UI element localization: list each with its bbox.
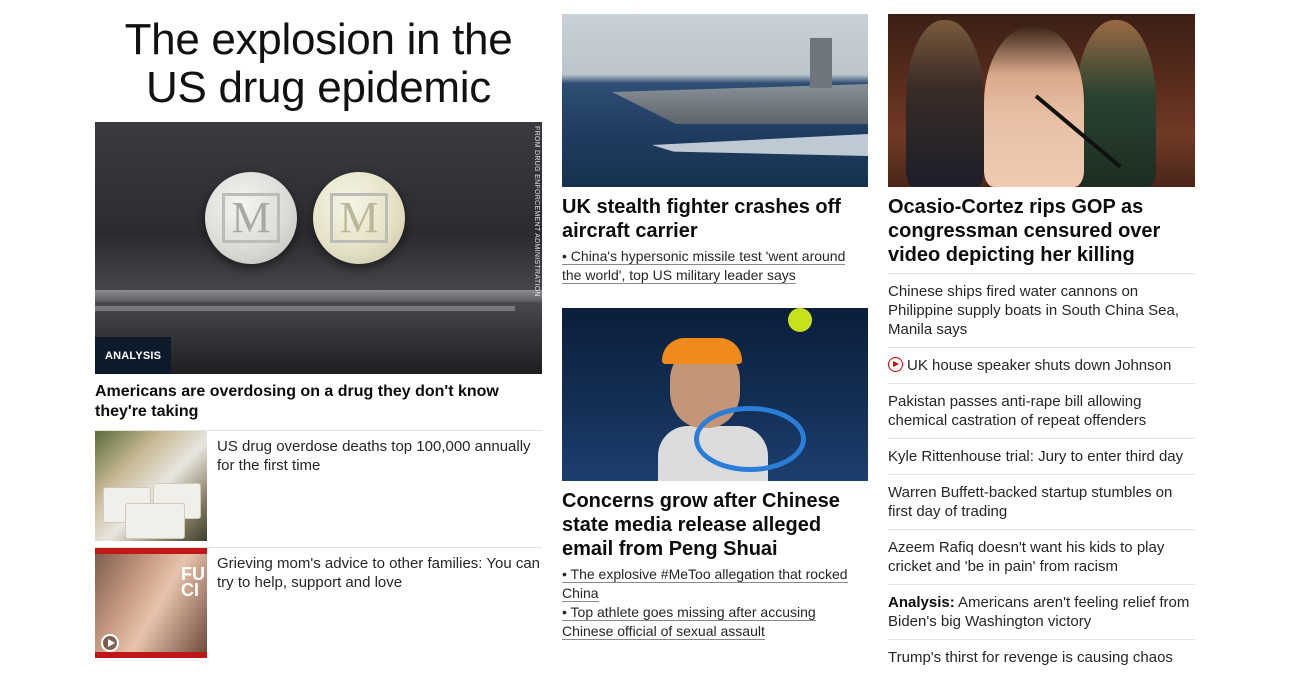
congress-image[interactable] [888,14,1195,187]
ship-wake [652,134,868,156]
hero-image[interactable]: M M FROM DRUG ENFORCEMENT ADMINISTRATION… [95,122,542,374]
aircraft-carrier-image[interactable] [562,14,868,187]
list-item[interactable]: Kyle Rittenhouse trial: Jury to enter th… [888,439,1195,475]
list-item-headline[interactable]: US drug overdose deaths top 100,000 annu… [207,431,542,547]
carrier-hull [612,84,868,124]
story-headline[interactable]: Ocasio-Cortez rips GOP as congressman ce… [888,195,1195,274]
thumbnail-overlay-text: FU CI [181,564,205,600]
list-item[interactable]: UK house speaker shuts down Johnson [888,348,1195,384]
banner-stripe [95,652,207,658]
list-item-text: Kyle Rittenhouse trial: Jury to enter th… [888,448,1184,465]
right-column: Ocasio-Cortez rips GOP as congressman ce… [888,14,1195,675]
list-item-text: Pakistan passes anti-rape bill allowing … [888,393,1147,429]
list-item-text: Azeem Rafiq doesn't want his kids to pla… [888,539,1165,575]
story-headline[interactable]: UK stealth fighter crashes off aircraft … [562,195,868,243]
list-item-text: UK house speaker shuts down Johnson [907,357,1172,374]
person-graphic [906,20,984,187]
related-link-text[interactable]: • China's hypersonic missile test 'went … [562,248,846,284]
list-item[interactable]: Analysis: Americans aren't feeling relie… [888,585,1195,640]
list-item[interactable]: FU CI Grieving mom's advice to other fami… [95,548,542,666]
paperclip-graphic [95,290,542,302]
section-title[interactable]: The explosion in the US drug epidemic [95,14,542,122]
list-item[interactable]: Trump's thirst for revenge is causing ch… [888,640,1195,675]
analysis-label: Analysis: [888,594,955,611]
middle-column: UK stealth fighter crashes off aircraft … [562,14,868,640]
list-item[interactable]: Pakistan passes anti-rape bill allowing … [888,384,1195,439]
drug-bags-thumbnail[interactable] [95,431,207,541]
carrier-tower [810,38,832,88]
list-item-headline[interactable]: Grieving mom's advice to other families:… [207,548,542,666]
list-item[interactable]: Warren Buffett-backed startup stumbles o… [888,475,1195,530]
analysis-badge: ANALYSIS [95,337,172,374]
story-headline[interactable]: Concerns grow after Chinese state media … [562,489,868,561]
video-play-icon [888,357,903,372]
person-graphic [984,26,1084,187]
list-item[interactable]: Chinese ships fired water cannons on Phi… [888,274,1195,348]
story-ship: UK stealth fighter crashes off aircraft … [562,14,868,285]
headline-list: Chinese ships fired water cannons on Phi… [888,274,1195,675]
list-item[interactable]: Azeem Rafiq doesn't want his kids to pla… [888,530,1195,585]
racket-graphic [694,406,806,472]
related-link-text[interactable]: • The explosive #MeToo allegation that r… [562,566,848,602]
list-item-text: Trump's thirst for revenge is causing ch… [888,649,1173,666]
list-item-text: Chinese ships fired water cannons on Phi… [888,283,1180,338]
bag-graphic [125,503,185,539]
paperclip-graphic [95,306,515,311]
related-link-text[interactable]: • Top athlete goes missing after accusin… [562,604,816,640]
story-peng-shuai: Concerns grow after Chinese state media … [562,308,868,641]
list-item[interactable]: US drug overdose deaths top 100,000 annu… [95,431,542,548]
left-column: The explosion in the US drug epidemic M … [95,14,542,666]
banner-stripe [95,548,207,554]
player-cap [662,338,742,364]
pill-image: M [205,172,297,264]
related-link[interactable]: • The explosive #MeToo allegation that r… [562,565,868,603]
related-link[interactable]: • China's hypersonic missile test 'went … [562,247,868,285]
pill-image: M [313,172,405,264]
tennis-player-image[interactable] [562,308,868,481]
video-thumbnail[interactable]: FU CI [95,548,207,658]
tennis-ball [788,308,812,332]
list-item-text: Warren Buffett-backed startup stumbles o… [888,484,1173,520]
play-icon[interactable] [101,634,119,652]
hero-headline[interactable]: Americans are overdosing on a drug they … [95,382,542,431]
image-credit: FROM DRUG ENFORCEMENT ADMINISTRATION [533,126,540,297]
related-link[interactable]: • Top athlete goes missing after accusin… [562,603,868,641]
